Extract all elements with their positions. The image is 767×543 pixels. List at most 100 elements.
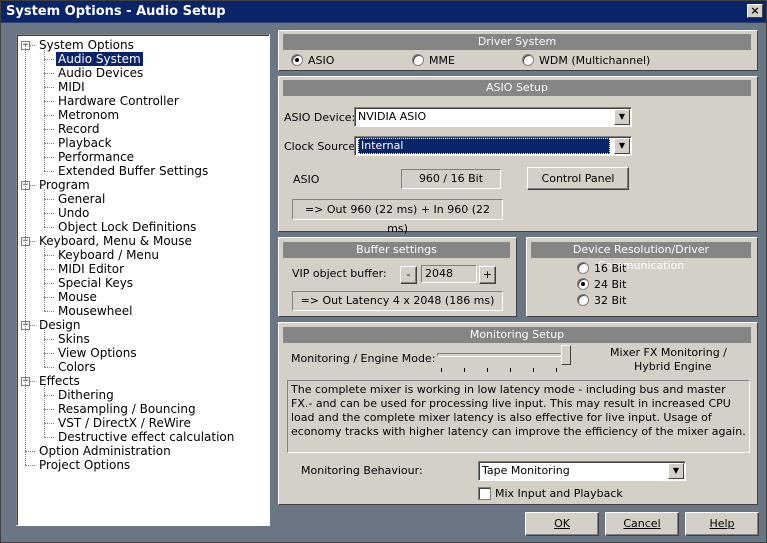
- tree-item[interactable]: Special Keys: [56, 276, 135, 290]
- tree-item[interactable]: Skins: [56, 332, 92, 346]
- tree-item[interactable]: Playback: [56, 136, 114, 150]
- tree-item[interactable]: Performance: [56, 150, 136, 164]
- chevron-down-icon[interactable]: ▼: [614, 138, 630, 154]
- mix-input-checkbox[interactable]: [478, 487, 491, 500]
- tree-connector: [44, 101, 54, 102]
- tree-item[interactable]: Audio Devices: [56, 66, 145, 80]
- monitoring-behaviour-select[interactable]: Tape Monitoring ▼: [478, 461, 686, 481]
- tree-item-label: Performance: [58, 150, 135, 164]
- tree-item[interactable]: Mouse: [56, 290, 99, 304]
- 32bit-label[interactable]: 32 Bit: [594, 294, 626, 307]
- close-button[interactable]: ×: [747, 4, 763, 18]
- mme-radio-label[interactable]: MME: [429, 54, 455, 67]
- tree-item[interactable]: Destructive effect calculation: [56, 430, 236, 444]
- tree-item[interactable]: Keyboard / Menu: [56, 248, 161, 262]
- asio-label: ASIO: [293, 173, 320, 186]
- engine-mode-slider-thumb[interactable]: [561, 345, 571, 365]
- device-resolution-title: Device Resolution/Driver Communication: [531, 242, 751, 272]
- tree-connector: [44, 59, 54, 60]
- clock-source-label: Clock Source:: [284, 140, 359, 153]
- clock-source-value: Internal: [358, 138, 610, 154]
- tree-connector: [44, 395, 54, 396]
- tree-item-label: Special Keys: [58, 276, 134, 290]
- options-tree[interactable]: System Options − Audio System Audio Devices…: [16, 34, 270, 526]
- mix-input-label[interactable]: Mix Input and Playback: [495, 487, 623, 500]
- tree-item-label: Hardware Controller: [58, 94, 179, 108]
- tree-item[interactable]: Audio System: [56, 52, 143, 66]
- tree-connector: [44, 330, 45, 367]
- vip-buffer-label: VIP object buffer:: [292, 267, 387, 280]
- tree-connector: [44, 311, 54, 312]
- tree-item[interactable]: View Options: [56, 346, 139, 360]
- tree-item-label: Program: [39, 178, 90, 192]
- title-bar: System Options - Audio Setup ×: [1, 1, 766, 23]
- asio-device-select[interactable]: NVIDIA ASIO ▼: [354, 107, 632, 127]
- wdm-radio[interactable]: [522, 54, 534, 66]
- wdm-radio-label[interactable]: WDM (Multichannel): [539, 54, 650, 67]
- 16bit-label[interactable]: 16 Bit: [594, 262, 626, 275]
- asio-radio[interactable]: [291, 54, 303, 66]
- tree-connector: [44, 437, 54, 438]
- asio-device-label: ASIO Device:: [284, 111, 356, 124]
- buffer-decrease-button[interactable]: -: [400, 266, 417, 284]
- control-panel-button[interactable]: Control Panel: [527, 167, 629, 190]
- engine-mode-value-line2: Hybrid Engine: [634, 360, 712, 373]
- tree-item-label: Option Administration: [39, 444, 171, 458]
- tree-item-label: Skins: [58, 332, 90, 346]
- tree-node[interactable]: Keyboard, Menu & Mouse: [37, 234, 194, 248]
- 24bit-radio[interactable]: [577, 278, 589, 290]
- tree-node[interactable]: Option Administration: [37, 444, 173, 458]
- tree-connector: [44, 353, 54, 354]
- device-resolution-panel: Device Resolution/Driver Communication 1…: [526, 237, 758, 317]
- chevron-down-icon[interactable]: ▼: [614, 109, 630, 125]
- driver-system-panel: Driver System ASIO MME WDM (Multichannel…: [278, 30, 758, 71]
- tree-node[interactable]: System Options: [37, 38, 136, 52]
- tree-item[interactable]: Undo: [56, 206, 91, 220]
- cancel-button[interactable]: Cancel: [605, 512, 679, 536]
- tree-item-label: Keyboard / Menu: [58, 248, 160, 262]
- tree-item[interactable]: Mousewheel: [56, 304, 134, 318]
- tree-item-label: MIDI Editor: [58, 262, 124, 276]
- tree-item[interactable]: MIDI: [56, 80, 87, 94]
- tree-node[interactable]: Project Options: [37, 458, 132, 472]
- window-title: System Options - Audio Setup: [6, 4, 226, 19]
- engine-mode-description: The complete mixer is working in low lat…: [287, 380, 750, 453]
- tree-item[interactable]: Metronom: [56, 108, 121, 122]
- buffer-value-field[interactable]: 2048: [421, 265, 477, 283]
- tree-item-label: Record: [58, 122, 100, 136]
- clock-source-select[interactable]: Internal ▼: [354, 136, 632, 156]
- engine-mode-slider-track[interactable]: [437, 353, 571, 357]
- 16bit-radio[interactable]: [577, 262, 589, 274]
- tree-item[interactable]: Extended Buffer Settings: [56, 164, 210, 178]
- tree-connector: [44, 190, 45, 227]
- tree-item-label: Keyboard, Menu & Mouse: [39, 234, 192, 248]
- tree-item[interactable]: Hardware Controller: [56, 94, 181, 108]
- tree-item[interactable]: Object Lock Definitions: [56, 220, 198, 234]
- tree-item[interactable]: VST / DirectX / ReWire: [56, 416, 193, 430]
- tree-item[interactable]: MIDI Editor: [56, 262, 126, 276]
- tree-item[interactable]: Colors: [56, 360, 98, 374]
- ok-button[interactable]: OK: [525, 512, 599, 536]
- tree-item[interactable]: Dithering: [56, 388, 116, 402]
- buffer-increase-button[interactable]: +: [479, 266, 496, 284]
- chevron-down-icon[interactable]: ▼: [668, 463, 684, 479]
- slider-tick: [556, 368, 557, 372]
- tree-item[interactable]: General: [56, 192, 107, 206]
- mme-radio[interactable]: [412, 54, 424, 66]
- tree-item[interactable]: Record: [56, 122, 101, 136]
- tree-connector: [44, 115, 54, 116]
- tree-item[interactable]: Resampling / Bouncing: [56, 402, 198, 416]
- help-button[interactable]: Help: [685, 512, 759, 536]
- asio-setup-title: ASIO Setup: [283, 80, 751, 96]
- tree-item-label: Mouse: [58, 290, 97, 304]
- tree-item-label: Dithering: [58, 388, 114, 402]
- 24bit-label[interactable]: 24 Bit: [594, 278, 626, 291]
- tree-connector: [44, 143, 54, 144]
- tree-node[interactable]: Program: [37, 178, 92, 192]
- tree-connector: [44, 213, 54, 214]
- tree-connector: [44, 73, 54, 74]
- asio-radio-label[interactable]: ASIO: [308, 54, 334, 67]
- engine-mode-value-line1: Mixer FX Monitoring /: [610, 346, 727, 359]
- tree-connector: [44, 246, 45, 311]
- 32bit-radio[interactable]: [577, 294, 589, 306]
